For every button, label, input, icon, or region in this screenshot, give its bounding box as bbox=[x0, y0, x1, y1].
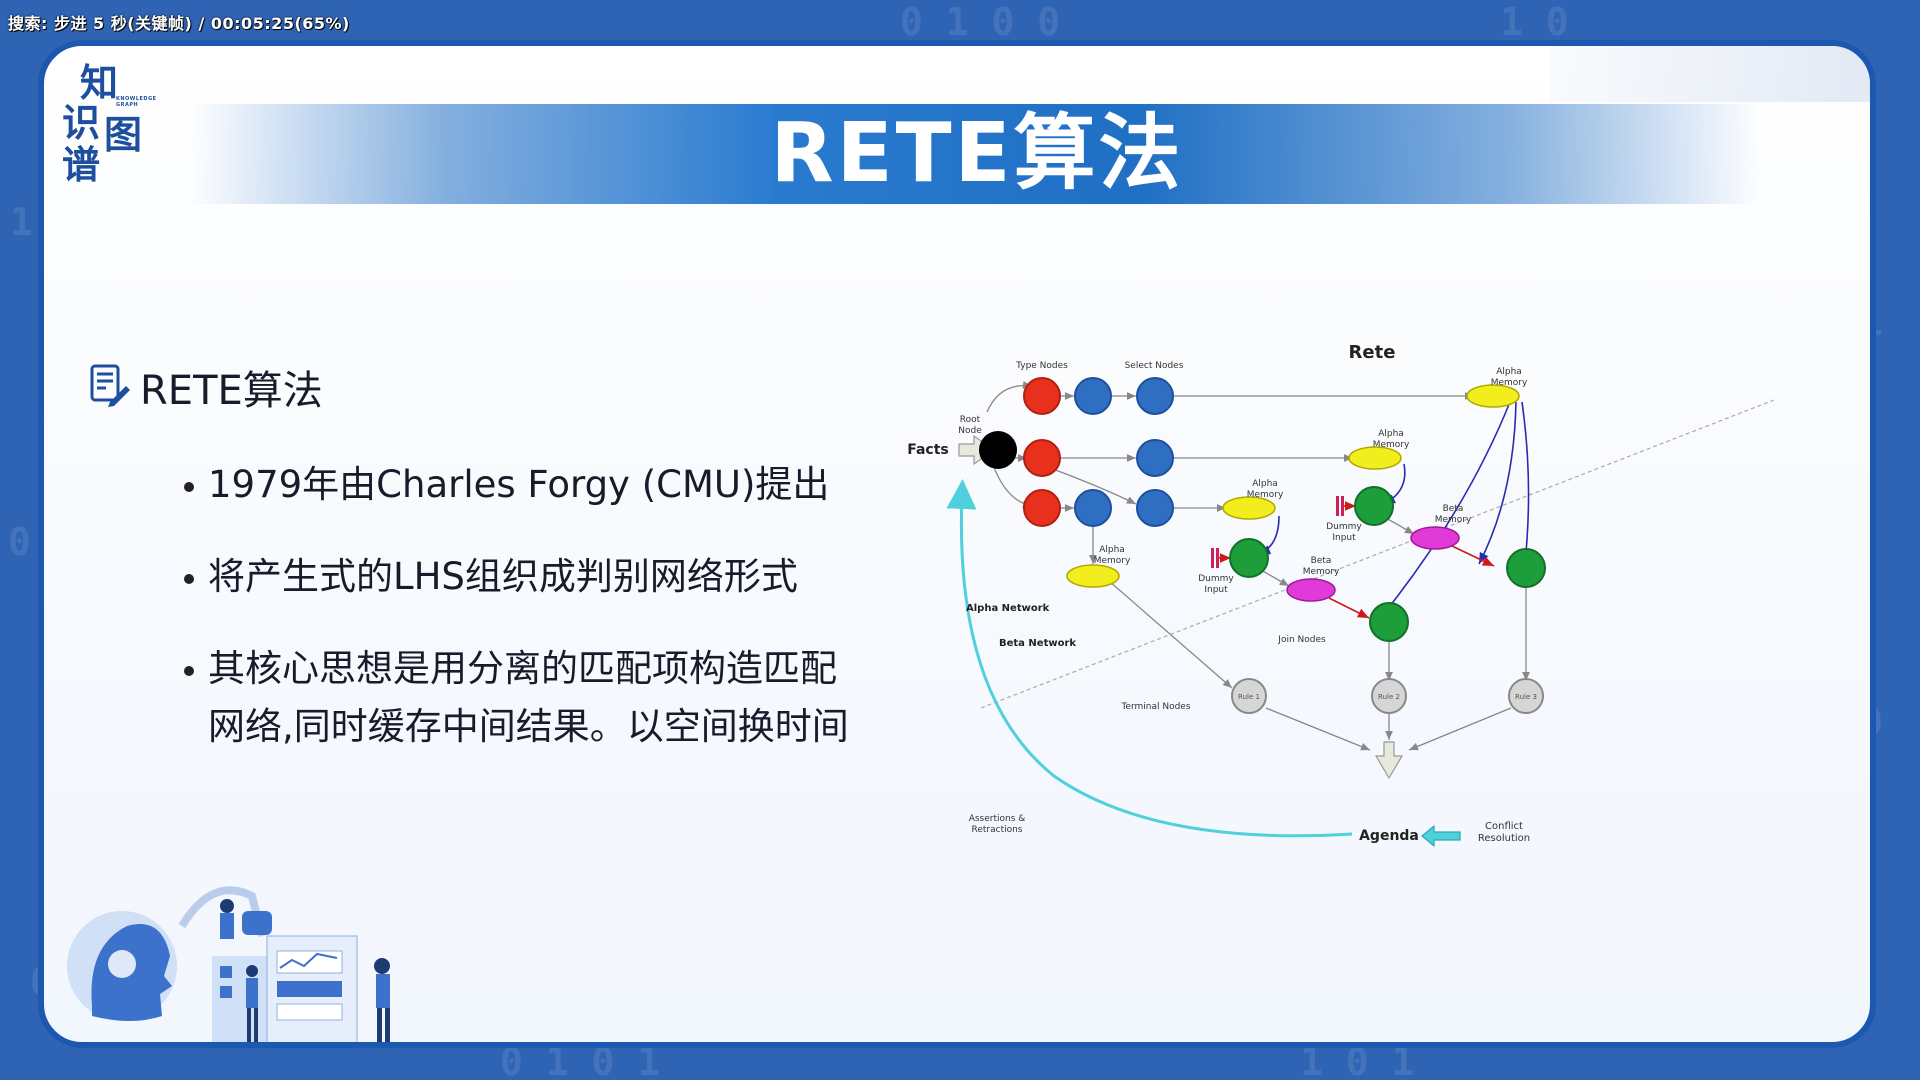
join-node bbox=[1506, 548, 1546, 588]
alpha-memory-label: Memory bbox=[1373, 440, 1410, 450]
agenda-label: Agenda bbox=[1359, 828, 1419, 844]
type-nodes-label: Type Nodes bbox=[1015, 361, 1068, 371]
beta-memory-label: Memory bbox=[1303, 567, 1340, 577]
select-nodes-label: Select Nodes bbox=[1125, 361, 1184, 371]
dummy-input-marker bbox=[1211, 548, 1214, 568]
edge bbox=[1478, 401, 1517, 565]
knowledge-graph-logo: 知 识 图 谱 KNOWLEDGE GRAPH bbox=[62, 52, 172, 187]
player-status-text: 搜索: 步进 5 秒(关键帧) / 00:05:25(65%) bbox=[8, 14, 350, 33]
alpha-memory-label: Alpha bbox=[1378, 429, 1404, 439]
dummy-input-label: Dummy bbox=[1198, 574, 1234, 584]
alpha-network-label: Alpha Network bbox=[966, 603, 1050, 614]
edge bbox=[1328, 597, 1370, 619]
beta-memory-label: Memory bbox=[1435, 515, 1472, 525]
dummy-input-marker bbox=[1216, 548, 1219, 568]
alpha-memory-label: Alpha bbox=[1099, 545, 1125, 555]
conflict-arrow-icon bbox=[1421, 824, 1461, 848]
edge bbox=[1408, 707, 1512, 751]
slide-title: RETE算法 bbox=[770, 106, 1184, 201]
section-heading-text: RETE算法 bbox=[140, 368, 323, 414]
type-node bbox=[1023, 439, 1061, 477]
beta-network-label: Beta Network bbox=[999, 638, 1076, 649]
rule2-label: Rule 2 bbox=[1378, 693, 1400, 701]
alpha-memory-node bbox=[1348, 446, 1402, 470]
terminal-nodes-label: Terminal Nodes bbox=[1120, 702, 1190, 712]
edge bbox=[1385, 517, 1415, 535]
alpha-memory-label: Memory bbox=[1094, 556, 1131, 566]
bullet-text: 将产生式的LHS组织成判别网络形式 bbox=[208, 555, 798, 598]
beta-memory-node bbox=[1410, 526, 1460, 550]
bullet-item: 将产生式的LHS组织成判别网络形式 bbox=[184, 548, 944, 606]
root-node bbox=[979, 431, 1017, 469]
bullet-text: 1979年由Charles Forgy (CMU)提出 bbox=[208, 463, 830, 506]
alpha-memory-node bbox=[1222, 496, 1276, 520]
type-node bbox=[1023, 489, 1061, 527]
alpha-memory-label: Alpha bbox=[1496, 367, 1522, 377]
bullet-text: 其核心思想是用分离的匹配项构造匹配 bbox=[208, 647, 837, 690]
diagram-title: Rete bbox=[1349, 342, 1396, 363]
bullet-text-continued: 网络,同时缓存中间结果。以空间换时间 bbox=[208, 705, 849, 748]
rete-network-diagram: Rule 1 Rule 2 Rule 3 Rete Type Nodes Sel… bbox=[907, 342, 1775, 848]
beta-memory-label: Beta bbox=[1443, 504, 1464, 514]
beta-memory-label: Beta bbox=[1311, 556, 1332, 566]
section-heading: RETE算法 bbox=[86, 358, 323, 416]
root-node-label: Root bbox=[960, 415, 981, 425]
select-node bbox=[1074, 377, 1112, 415]
edge bbox=[1520, 401, 1531, 573]
edge bbox=[1265, 707, 1371, 751]
bullet-dot bbox=[184, 666, 194, 676]
root-node-label: Node bbox=[958, 426, 982, 436]
logo-char: 谱 bbox=[62, 143, 101, 187]
select-node bbox=[1136, 377, 1174, 415]
bullet-item: 其核心思想是用分离的匹配项构造匹配 网络,同时缓存中间结果。以空间换时间 bbox=[184, 640, 944, 756]
bullet-list: 1979年由Charles Forgy (CMU)提出 将产生式的LHS组织成判… bbox=[184, 456, 944, 790]
down-arrow-icon bbox=[1374, 741, 1404, 780]
assertions-label: Retractions bbox=[971, 825, 1022, 835]
bullet-dot bbox=[184, 482, 194, 492]
facts-label: Facts bbox=[907, 442, 949, 458]
dummy-input-marker bbox=[1336, 496, 1339, 516]
rule3-label: Rule 3 bbox=[1515, 693, 1537, 701]
edge bbox=[1451, 545, 1495, 567]
alpha-memory-label: Memory bbox=[1247, 490, 1284, 500]
dummy-input-label: Input bbox=[1332, 533, 1356, 543]
logo-char: 图 bbox=[104, 113, 143, 157]
alpha-memory-node bbox=[1066, 564, 1120, 588]
bullet-dot bbox=[184, 574, 194, 584]
join-node bbox=[1354, 486, 1394, 526]
join-node bbox=[1229, 538, 1269, 578]
slide-panel: RETE算法 知 识 图 谱 KNOWLEDGE GRAPH RETE算法 19… bbox=[38, 40, 1876, 1048]
alpha-memory-label: Memory bbox=[1491, 378, 1528, 388]
conflict-resolution-label: Conflict bbox=[1485, 821, 1523, 832]
join-node bbox=[1369, 602, 1409, 642]
beta-memory-node bbox=[1286, 578, 1336, 602]
assertion-feedback-arrow bbox=[946, 479, 1353, 838]
document-edit-icon bbox=[86, 362, 132, 412]
select-node bbox=[1136, 489, 1174, 527]
assertions-label: Assertions & bbox=[969, 814, 1026, 824]
join-nodes-label: Join Nodes bbox=[1277, 635, 1326, 645]
dummy-input-label: Dummy bbox=[1326, 522, 1362, 532]
dummy-input-label: Input bbox=[1204, 585, 1228, 595]
alpha-memory-node bbox=[1466, 384, 1520, 408]
blurred-watermark bbox=[1550, 46, 1870, 102]
select-node bbox=[1136, 439, 1174, 477]
edge bbox=[1260, 569, 1290, 587]
edge bbox=[1108, 580, 1233, 689]
logo-small-text: KNOWLEDGE GRAPH bbox=[116, 96, 157, 108]
alpha-memory-label: Alpha bbox=[1252, 479, 1278, 489]
type-node bbox=[1023, 377, 1061, 415]
select-node bbox=[1074, 489, 1112, 527]
bullet-item: 1979年由Charles Forgy (CMU)提出 bbox=[184, 456, 944, 514]
dummy-input-marker bbox=[1341, 496, 1344, 516]
robot-people-illustration bbox=[67, 886, 390, 1042]
conflict-resolution-label: Resolution bbox=[1478, 833, 1530, 844]
rule1-label: Rule 1 bbox=[1238, 693, 1260, 701]
